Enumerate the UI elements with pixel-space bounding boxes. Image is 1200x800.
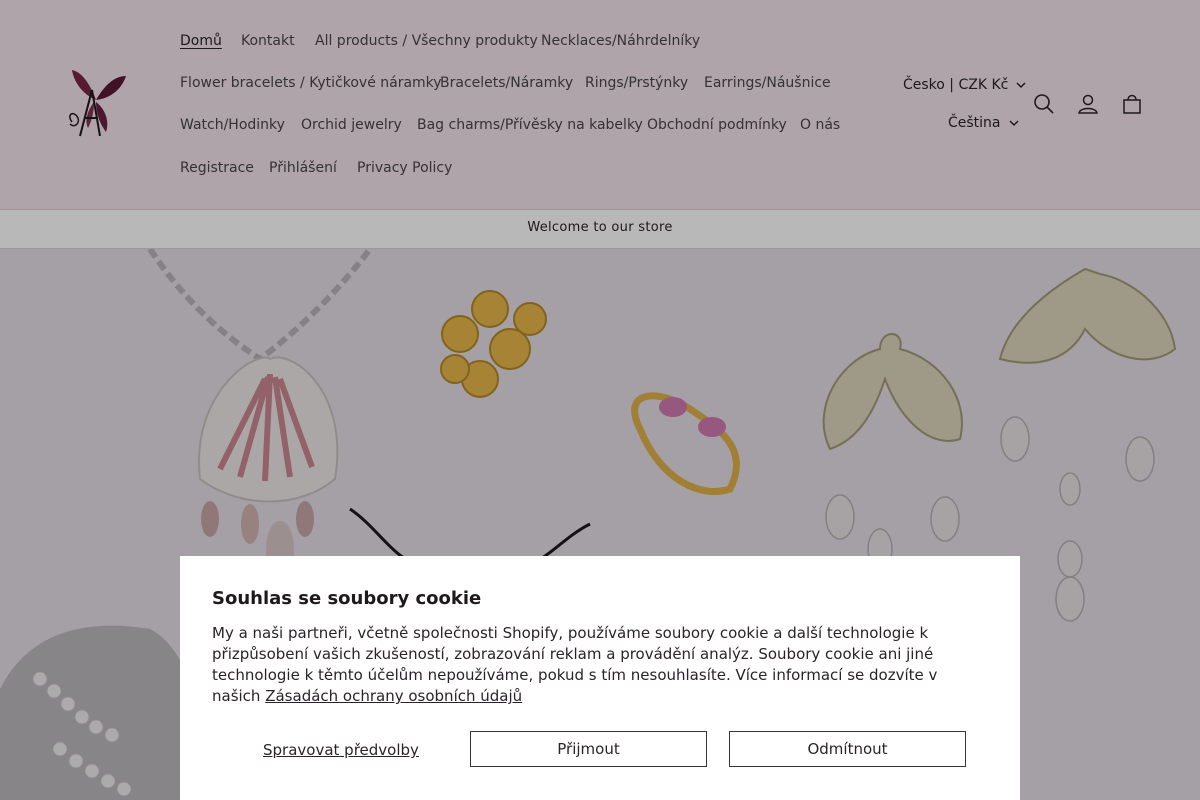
manage-preferences-link[interactable]: Spravovat předvolby [263,741,419,759]
accept-button[interactable]: Přijmout [470,731,707,767]
cookie-consent-dialog: Souhlas se soubory cookie My a naši part… [180,556,1020,800]
decline-button[interactable]: Odmítnout [729,731,966,767]
cookie-title: Souhlas se soubory cookie [212,588,482,609]
privacy-policy-link[interactable]: Zásadách ochrany osobních údajů [265,687,522,705]
cookie-body: My a naši partneři, včetně společnosti S… [212,623,972,707]
